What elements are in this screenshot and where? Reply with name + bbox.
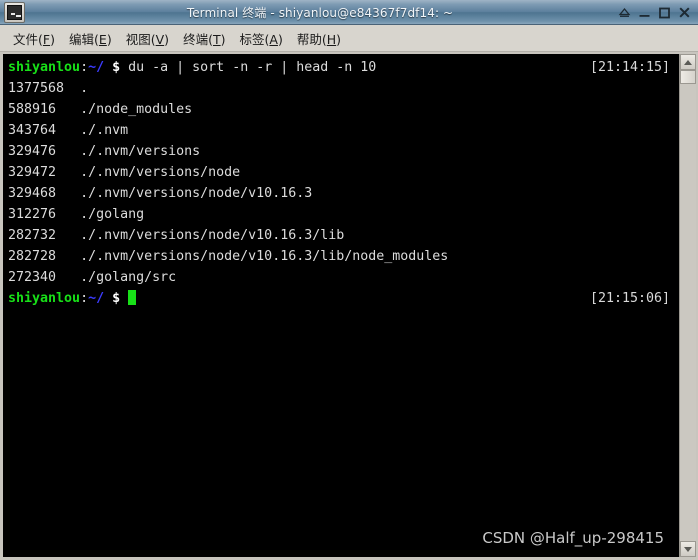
terminal-command: du -a | sort -n -r | head -n 10 <box>128 60 377 75</box>
menu-terminal[interactable]: 终端(T) <box>176 26 232 51</box>
terminal-final-prompt-line: shiyanlou:~/ $ [21:15:06] <box>8 288 678 309</box>
menu-help-mnemonic: H <box>326 31 337 47</box>
terminal-output-row: 329468 ./.nvm/versions/node/v10.16.3 <box>8 183 678 204</box>
window-controls <box>612 6 694 19</box>
menu-bar: 文件(F) 编辑(E) 视图(V) 终端(T) 标签(A) 帮助(H) <box>0 25 698 52</box>
terminal-output-row: 272340 ./golang/src <box>8 267 678 288</box>
prompt-sigil-command: $ <box>104 60 129 75</box>
terminal-area: shiyanlou:~/ $ du -a | sort -n -r | head… <box>0 52 698 560</box>
output-size: 282732 <box>8 228 81 243</box>
prompt-user-final: shiyanlou <box>8 291 81 306</box>
output-path: ./golang/src <box>80 270 177 285</box>
terminal-window: Terminal 终端 - shiyanlou@e84367f7df14: ~ <box>0 0 698 560</box>
output-path: ./node_modules <box>80 102 193 117</box>
output-path: ./.nvm/versions/node/v10.16.3/lib/node_m… <box>80 249 449 264</box>
prompt-path-final: ~/ <box>88 291 105 306</box>
scroll-up-arrow[interactable] <box>680 54 696 70</box>
menu-edit[interactable]: 编辑(E) <box>62 26 119 51</box>
window-title: Terminal 终端 - shiyanlou@e84367f7df14: ~ <box>186 5 454 20</box>
scroll-down-arrow[interactable] <box>680 541 696 557</box>
terminal-cursor <box>128 290 137 305</box>
prompt-colon-command: : <box>80 60 89 75</box>
terminal-output-row: 1377568 . <box>8 78 678 99</box>
scrollbar-track[interactable] <box>680 70 696 541</box>
menu-tabs[interactable]: 标签(A) <box>233 26 290 51</box>
menu-file[interactable]: 文件(F) <box>6 26 62 51</box>
maximize-button[interactable] <box>658 6 671 19</box>
terminal-output-row: 588916 ./node_modules <box>8 99 678 120</box>
minimize-button[interactable] <box>638 6 651 19</box>
terminal-command-line: shiyanlou:~/ $ du -a | sort -n -r | head… <box>8 57 678 78</box>
menu-tabs-mnemonic: A <box>269 31 278 47</box>
prompt-user-command: shiyanlou <box>8 60 81 75</box>
output-path: ./golang <box>80 207 145 222</box>
terminal-output-row: 312276 ./golang <box>8 204 678 225</box>
output-size: 329468 <box>8 186 81 201</box>
menu-edit-mnemonic: E <box>98 31 107 47</box>
prompt-sigil-final: $ <box>104 291 129 306</box>
menu-tabs-label: 标签 <box>239 31 265 47</box>
menu-help-label: 帮助 <box>296 31 322 47</box>
terminal-screen[interactable]: shiyanlou:~/ $ du -a | sort -n -r | head… <box>3 54 679 557</box>
prompt-path-command: ~/ <box>88 60 105 75</box>
menu-edit-label: 编辑 <box>69 31 95 47</box>
prompt-colon-final: : <box>80 291 89 306</box>
shade-button[interactable] <box>618 6 631 19</box>
output-path: ./.nvm/versions <box>80 144 201 159</box>
output-path: ./.nvm/versions/node <box>80 165 241 180</box>
command-timestamp: [21:14:15] <box>589 60 670 75</box>
output-size: 329476 <box>8 144 81 159</box>
menu-view-label: 视图 <box>125 31 151 47</box>
terminal-output-row: 282728 ./.nvm/versions/node/v10.16.3/lib… <box>8 246 678 267</box>
menu-terminal-mnemonic: T <box>212 31 221 47</box>
menu-file-label: 文件 <box>13 31 39 47</box>
menu-help[interactable]: 帮助(H) <box>290 26 348 51</box>
output-path: ./.nvm <box>80 123 129 138</box>
terminal-output-row: 329472 ./.nvm/versions/node <box>8 162 678 183</box>
output-size: 282728 <box>8 249 81 264</box>
terminal-output-row: 282732 ./.nvm/versions/node/v10.16.3/lib <box>8 225 678 246</box>
menu-file-mnemonic: F <box>42 31 51 47</box>
close-button[interactable] <box>678 6 691 19</box>
terminal-scrollbar[interactable] <box>679 54 696 557</box>
output-path: ./.nvm/versions/node/v10.16.3 <box>80 186 313 201</box>
output-path: . <box>80 81 89 96</box>
menu-terminal-label: 终端 <box>183 31 209 47</box>
terminal-output-row: 329476 ./.nvm/versions <box>8 141 678 162</box>
scrollbar-thumb[interactable] <box>680 70 696 84</box>
output-size: 343764 <box>8 123 81 138</box>
output-size: 329472 <box>8 165 81 180</box>
output-size: 312276 <box>8 207 81 222</box>
output-size: 272340 <box>8 270 81 285</box>
menu-view[interactable]: 视图(V) <box>119 26 176 51</box>
watermark: CSDN @Half_up-298415 <box>482 529 664 547</box>
output-size: 588916 <box>8 102 81 117</box>
menu-view-mnemonic: V <box>155 31 165 47</box>
title-bar[interactable]: Terminal 终端 - shiyanlou@e84367f7df14: ~ <box>0 0 698 25</box>
output-path: ./.nvm/versions/node/v10.16.3/lib <box>80 228 345 243</box>
final-timestamp: [21:15:06] <box>589 291 670 306</box>
terminal-output-row: 343764 ./.nvm <box>8 120 678 141</box>
output-size: 1377568 <box>8 81 81 96</box>
terminal-icon <box>4 1 25 23</box>
